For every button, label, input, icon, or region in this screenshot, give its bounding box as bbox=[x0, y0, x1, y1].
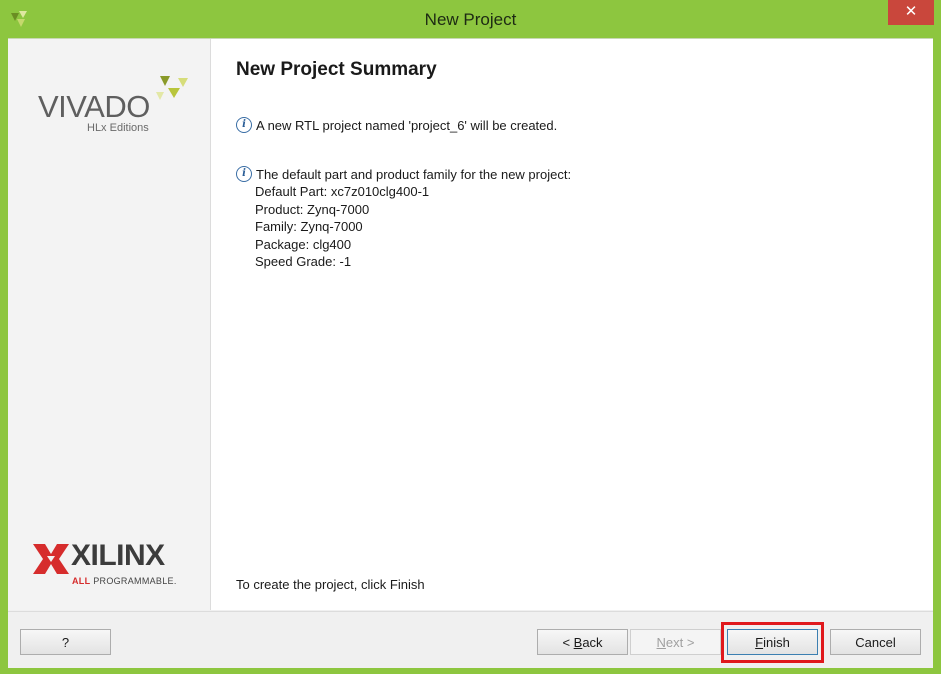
finish-mnemonic: F bbox=[755, 635, 764, 650]
tagline-programmable: PROGRAMMABLE. bbox=[93, 576, 177, 586]
info-icon: i bbox=[236, 117, 252, 133]
back-button[interactable]: < Back bbox=[537, 629, 628, 655]
info-icon: i bbox=[236, 166, 252, 182]
info-default-part-text: The default part and product family for … bbox=[256, 166, 572, 182]
detail-package: Package: clg400 bbox=[255, 237, 352, 252]
cancel-button[interactable]: Cancel bbox=[830, 629, 921, 655]
page-title: New Project Summary bbox=[236, 59, 437, 80]
xilinx-logo-text: XILINX bbox=[71, 539, 165, 572]
detail-speed-grade: Speed Grade: -1 bbox=[255, 254, 352, 269]
vivado-logo-text: VIVADO bbox=[38, 89, 150, 124]
next-rest: ext > bbox=[665, 635, 695, 650]
finish-rest: inish bbox=[763, 635, 790, 650]
vivado-leaf-icon bbox=[156, 76, 188, 100]
back-prefix: < bbox=[562, 635, 574, 650]
button-bar: ? < Back Next > Finish Cancel bbox=[8, 611, 933, 668]
finish-button[interactable]: Finish bbox=[727, 629, 818, 655]
info-default-part: i The default part and product family fo… bbox=[236, 166, 571, 182]
finish-highlight-box: Finish bbox=[721, 622, 824, 663]
detail-product: Product: Zynq-7000 bbox=[255, 202, 370, 217]
window-title: New Project bbox=[424, 10, 517, 29]
back-rest: ack bbox=[582, 635, 603, 650]
all-programmable-tagline: ALL PROGRAMMABLE. bbox=[72, 576, 177, 586]
next-mnemonic: N bbox=[656, 635, 666, 650]
help-button[interactable]: ? bbox=[20, 629, 111, 655]
xilinx-logo-icon bbox=[33, 544, 69, 574]
tagline-all: ALL bbox=[72, 576, 91, 586]
title-bar[interactable]: New Project ✕ bbox=[0, 0, 941, 38]
vivado-edition-label: HLx Editions bbox=[87, 122, 149, 134]
dialog-client: VIVADO HLx Editions XILINX ALL PROGRAMMA… bbox=[8, 38, 933, 668]
next-button[interactable]: Next > bbox=[630, 629, 721, 655]
new-project-window: New Project ✕ VIVADO HLx Editions XILINX… bbox=[0, 0, 941, 674]
branding-sidebar: VIVADO HLx Editions XILINX ALL PROGRAMMA… bbox=[8, 39, 211, 610]
close-button[interactable]: ✕ bbox=[888, 0, 934, 25]
detail-default-part: Default Part: xc7z010clg400-1 bbox=[255, 184, 430, 199]
info-project-text: A new RTL project named 'project_6' will… bbox=[256, 117, 558, 133]
finish-instruction: To create the project, click Finish bbox=[236, 577, 425, 592]
info-project-created: i A new RTL project named 'project_6' wi… bbox=[236, 117, 557, 133]
summary-panel: New Project Summary i A new RTL project … bbox=[211, 39, 933, 610]
detail-family: Family: Zynq-7000 bbox=[255, 219, 363, 234]
